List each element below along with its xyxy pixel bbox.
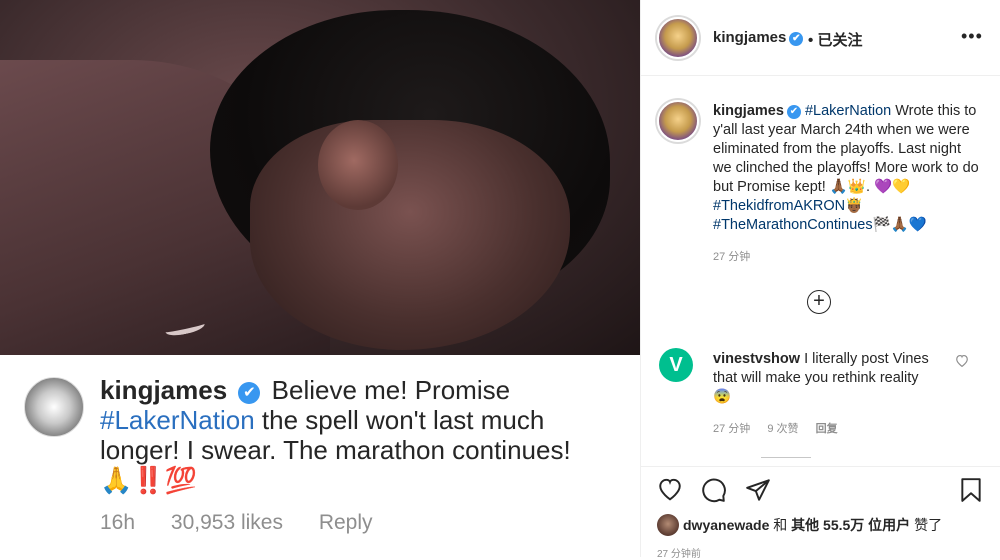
caption-text: kingjames ✔ Believe me! Promise #LakerNa… xyxy=(100,375,620,495)
verified-icon: ✔ xyxy=(789,32,804,46)
comment-likes[interactable]: 9 次赞 xyxy=(767,423,798,435)
post-header: kingjames ✔ • 已关注 ••• xyxy=(641,0,1000,76)
photo-face xyxy=(250,120,570,350)
post-media[interactable]: kingjames ✔ Believe me! Promise #LakerNa… xyxy=(0,0,640,557)
caption-reply: Reply xyxy=(318,511,373,534)
caption-time: 16h xyxy=(100,511,136,534)
comment-body: vinestvshow I literally post Vines that … xyxy=(713,350,953,407)
caption-avatar xyxy=(24,377,84,437)
caption-emojis: 🙏‼️💯 xyxy=(100,465,198,495)
caption-meta: 16h 30,953 likes Reply xyxy=(100,511,403,535)
view-replies-divider xyxy=(761,457,811,458)
save-bookmark-icon[interactable] xyxy=(959,477,983,508)
header-username-text[interactable]: kingjames xyxy=(713,29,786,46)
comment-reply-button[interactable]: 回复 xyxy=(816,423,838,435)
follow-status-label[interactable]: 已关注 xyxy=(817,32,862,49)
caption-emoji-line: 💜💛 xyxy=(874,179,911,195)
header-avatar[interactable] xyxy=(657,17,699,59)
caption-comment-body: kingjames ✔ #LakerNation Wrote this to y'… xyxy=(713,102,983,235)
post-photo xyxy=(0,0,640,360)
caption-emoji-2: 🤴🏾 xyxy=(845,198,864,214)
hashtag-link-lakernation[interactable]: #LakerNation xyxy=(805,103,891,119)
caption-hashtag: #LakerNation xyxy=(100,405,255,435)
comment-like-icon[interactable] xyxy=(955,354,969,370)
comment-meta: 27 分钟 9 次赞 回复 xyxy=(713,420,852,436)
caption-lead: Believe me! Promise xyxy=(271,375,511,405)
more-options-icon[interactable]: ••• xyxy=(961,26,983,47)
comment-item: V vinestvshow I literally post Vines tha… xyxy=(641,340,1000,440)
comment-time: 27 分钟 xyxy=(713,423,751,435)
vine-avatar[interactable]: V xyxy=(659,348,693,382)
caption-likes: 30,953 likes xyxy=(170,511,283,534)
follow-status-button[interactable]: • 已关注 xyxy=(808,29,862,50)
verified-icon: ✔ xyxy=(238,382,261,404)
comment-bubble-icon[interactable] xyxy=(701,477,727,508)
hashtag-link-kidfromakron[interactable]: #ThekidfromAKRON xyxy=(713,198,845,214)
separator-dot: • xyxy=(808,32,814,49)
comment-username[interactable]: vinestvshow xyxy=(713,351,800,367)
hashtag-link-marathon[interactable]: #TheMarathonContinues xyxy=(713,217,873,233)
photo-ear xyxy=(318,120,398,210)
screenshot-comment-card: kingjames ✔ Believe me! Promise #LakerNa… xyxy=(0,355,640,557)
share-send-icon[interactable] xyxy=(745,477,771,508)
load-more-comments-icon[interactable]: + xyxy=(807,290,831,314)
liker-username[interactable]: dwyanewade xyxy=(683,517,769,533)
comment-emoji: 😨 xyxy=(713,389,732,405)
caption-comment-username[interactable]: kingjames xyxy=(713,103,784,119)
action-bar xyxy=(641,466,1000,510)
caption-emoji-3: 🏁🙏🏾💙 xyxy=(872,217,927,233)
like-heart-icon[interactable] xyxy=(657,477,683,506)
post-side-panel: kingjames ✔ • 已关注 ••• kingjames ✔ #LakerNa… xyxy=(640,0,1000,560)
verified-icon: ✔ xyxy=(786,105,801,119)
likes-suffix: 赞了 xyxy=(914,517,943,533)
post-timestamp[interactable]: 27 分钟前 xyxy=(657,545,701,560)
header-username[interactable]: kingjames ✔ xyxy=(713,29,804,46)
likes-connector: 和 xyxy=(773,517,788,533)
likes-summary: dwyanewade 和 其他 55.5万 位用户 赞了 xyxy=(657,514,942,536)
likes-others-link[interactable]: 其他 55.5万 位用户 xyxy=(791,517,910,533)
liker-avatar[interactable] xyxy=(657,514,679,536)
caption-comment-avatar[interactable] xyxy=(657,100,699,142)
caption-comment-time: 27 分钟 xyxy=(713,251,751,263)
caption-username: kingjames xyxy=(100,375,228,405)
